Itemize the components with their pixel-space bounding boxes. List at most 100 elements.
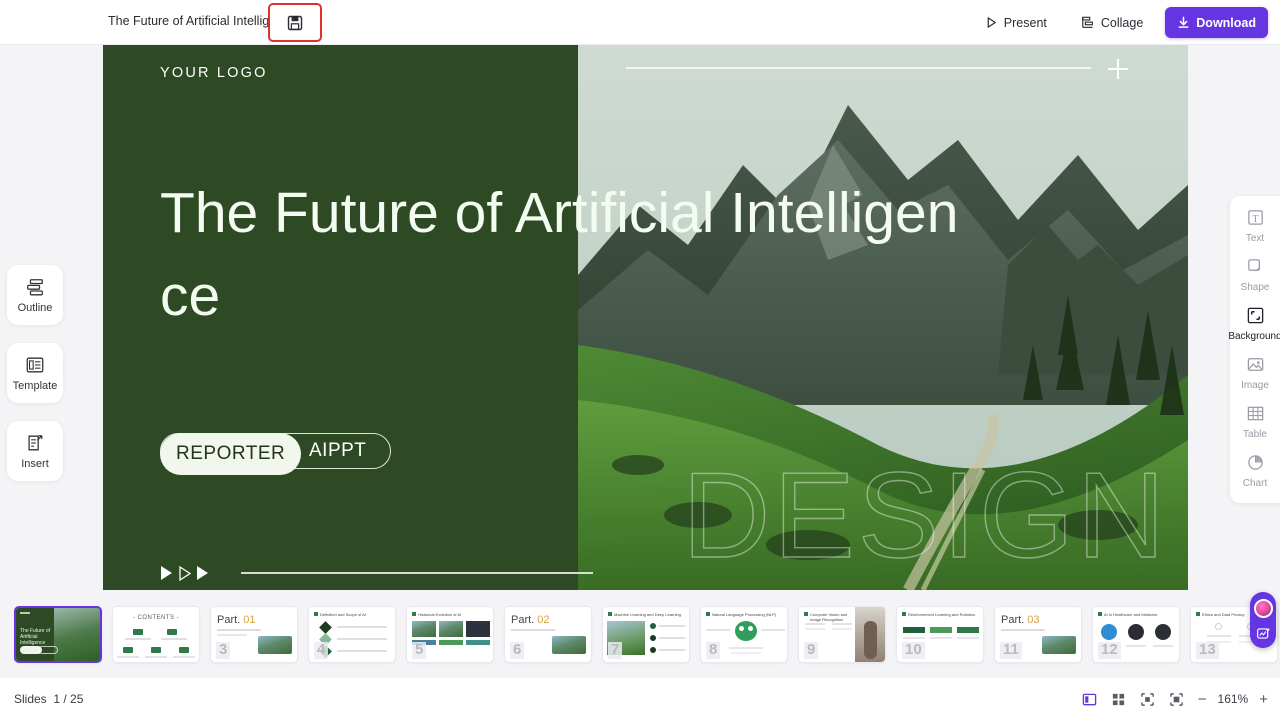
save-button-highlight: [268, 3, 322, 42]
tool-label-chart: Chart: [1242, 478, 1268, 489]
part-label-11: Part.: [1001, 613, 1025, 626]
thumbnail-9-title: Computer Vision and Image Recognition: [810, 611, 848, 622]
part-number-6: 02: [537, 613, 550, 626]
part-label-3: Part.: [217, 613, 241, 626]
document-title[interactable]: The Future of Artificial Intellige...: [108, 14, 287, 28]
thumbnail-6-number: 6: [510, 641, 525, 659]
image-icon: [1246, 355, 1265, 377]
thumbnail-slide-9[interactable]: Computer Vision and Image Recognition 9: [798, 605, 886, 663]
download-label: Download: [1196, 15, 1256, 30]
ai-magic-icon: [1256, 627, 1270, 639]
thumbnail-slide-8[interactable]: Natural Language Processing (NLP) 8: [700, 605, 788, 663]
thumbnail-11-number: 11: [1000, 641, 1022, 659]
fit-width-icon[interactable]: [1140, 692, 1155, 707]
zoom-out-button[interactable]: −: [1198, 692, 1207, 707]
grid-view-icon[interactable]: [1111, 692, 1126, 707]
shape-icon: [1246, 257, 1265, 279]
play-triangle-icon: [987, 17, 996, 28]
download-arrow-icon: [1178, 16, 1189, 28]
thumbnail-2-title: - CONTENTS -: [132, 614, 180, 621]
plus-decoration-icon: [1108, 59, 1128, 79]
thumbnail-slide-2[interactable]: - CONTENTS - 2: [112, 605, 200, 663]
tool-label-background: Background: [1228, 331, 1280, 342]
save-floppy-icon: [287, 15, 303, 30]
ai-avatar-icon: [1253, 599, 1273, 618]
arrow-filled-icon-2: [197, 566, 208, 580]
collage-label: Collage: [1100, 15, 1144, 30]
thumbnail-slide-1[interactable]: The Future of Artificial Intelligence: [14, 605, 102, 663]
right-toolbar: T Text Shape Background Image Table Char…: [1228, 196, 1280, 503]
thumbnail-5-number: 5: [412, 641, 427, 659]
thumbnail-7-number: 7: [608, 641, 623, 659]
tool-label-image: Image: [1241, 380, 1269, 391]
sidebar-label-insert: Insert: [21, 457, 49, 470]
thumbnail-slide-10[interactable]: Reinforcement Learning and Robotics 10: [896, 605, 984, 663]
bottom-status-bar: Slides 1 / 25 − 161% +: [0, 678, 1280, 720]
present-button[interactable]: Present: [972, 7, 1059, 38]
ai-assistant-widget[interactable]: [1250, 592, 1276, 648]
top-toolbar: The Future of Artificial Intellige... Pr…: [0, 0, 1280, 45]
thumbnail-1-title: The Future of Artificial Intelligence: [20, 627, 51, 647]
background-icon: [1246, 306, 1265, 328]
arrow-filled-icon: [161, 566, 172, 580]
thumbnail-12-number: 12: [1098, 641, 1121, 659]
sidebar-item-outline[interactable]: Outline: [7, 265, 63, 325]
thumbnail-slide-3[interactable]: Part. 01 3: [210, 605, 298, 663]
tool-shape[interactable]: Shape: [1230, 257, 1280, 293]
insert-icon: [28, 434, 43, 450]
arrow-outline-icon: [179, 566, 191, 581]
table-icon: [1246, 404, 1265, 426]
tool-chart[interactable]: Chart: [1230, 453, 1280, 489]
thumbnail-12-title: AI in Healthcare and Medicine: [1104, 611, 1158, 617]
thumbnail-slide-6[interactable]: Part. 02 6: [504, 605, 592, 663]
sidebar-label-template: Template: [12, 379, 58, 392]
sidebar-item-insert[interactable]: Insert: [7, 421, 63, 481]
zoom-control: − 161% +: [1198, 692, 1268, 707]
thumbnail-slide-12[interactable]: AI in Healthcare and Medicine 12: [1092, 605, 1180, 663]
thumbnail-4-title: Definition and Scope of AI: [320, 611, 367, 617]
sidebar-label-outline: Outline: [17, 301, 53, 314]
arrow-decoration: [161, 566, 208, 581]
thumbnail-3-number: 3: [216, 641, 231, 659]
download-button[interactable]: Download: [1165, 7, 1268, 38]
slide-position: 1 / 25: [53, 692, 84, 706]
slide-thumbnail-strip[interactable]: The Future of Artificial Intelligence - …: [0, 590, 1280, 678]
collage-button[interactable]: Collage: [1068, 7, 1156, 38]
design-watermark: DESIGN: [682, 447, 1168, 583]
tool-image[interactable]: Image: [1230, 355, 1280, 391]
tool-label-text: Text: [1245, 233, 1265, 244]
panel-view-icon[interactable]: [1082, 692, 1097, 707]
thumbnail-4-number: 4: [314, 641, 329, 659]
thumbnail-slide-5[interactable]: Historical Evolution of AI 5: [406, 605, 494, 663]
part-label-6: Part.: [511, 613, 535, 626]
tool-table[interactable]: Table: [1230, 404, 1280, 440]
slides-counter[interactable]: Slides 1 / 25: [14, 692, 83, 706]
fit-page-icon[interactable]: [1169, 692, 1184, 707]
thumbnail-10-title: Reinforcement Learning and Robotics: [908, 611, 976, 617]
zoom-in-button[interactable]: +: [1259, 692, 1268, 707]
thumbnail-slide-7[interactable]: Machine Learning and Deep Learning 7: [602, 605, 690, 663]
slide-canvas[interactable]: YOUR LOGO The Future of Artificial Intel…: [103, 45, 1188, 590]
thumbnail-10-number: 10: [902, 641, 925, 659]
canvas-stage: YOUR LOGO The Future of Artificial Intel…: [0, 45, 1280, 590]
top-line-decoration: [626, 67, 1091, 69]
collage-icon: [1082, 16, 1093, 28]
template-icon: [26, 357, 44, 372]
pill-primary-label: REPORTER: [176, 443, 286, 464]
thumbnail-slide-11[interactable]: Part. 03 11: [994, 605, 1082, 663]
slides-label: Slides: [14, 692, 47, 706]
sidebar-item-template[interactable]: Template: [7, 343, 63, 403]
pill-secondary-label: AIPPT: [309, 440, 367, 461]
slide-pill-group: AIPPT REPORTER: [160, 433, 392, 475]
thumbnail-slide-4[interactable]: Definition and Scope of AI 4: [308, 605, 396, 663]
slide-title[interactable]: The Future of Artificial Intelligence: [160, 172, 960, 337]
chart-icon: [1246, 453, 1265, 475]
tool-text[interactable]: T Text: [1230, 208, 1280, 244]
part-number-11: 03: [1027, 613, 1040, 626]
top-actions: Present Collage Download: [972, 7, 1268, 38]
tool-background[interactable]: Background: [1228, 306, 1280, 342]
save-button[interactable]: [280, 9, 310, 37]
view-controls: − 161% +: [1082, 692, 1268, 707]
thumbnail-7-title: Machine Learning and Deep Learning: [614, 611, 681, 617]
pill-primary[interactable]: REPORTER: [160, 433, 302, 475]
